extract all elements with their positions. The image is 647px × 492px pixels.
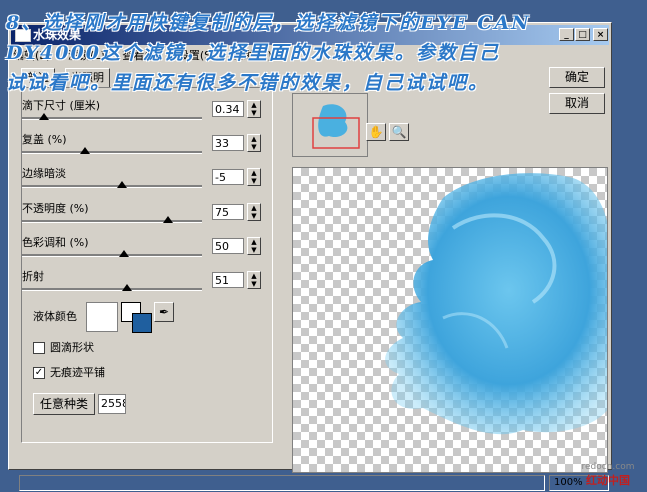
preview-thumbnail[interactable] <box>292 93 368 157</box>
param-label: 边缘暗淡 <box>22 167 66 180</box>
minimize-button[interactable]: _ <box>559 28 574 41</box>
param-spinner[interactable]: ▲ ▼ <box>247 100 261 118</box>
checkbox-seamless-tile[interactable]: ✓ 无痕迹平铺 <box>33 366 105 380</box>
param-slider-thumb[interactable] <box>119 250 129 257</box>
param-slider[interactable] <box>22 117 202 120</box>
window-icon <box>15 29 31 42</box>
thumbnail-blob <box>293 94 367 156</box>
seed-input[interactable]: 2558 <box>98 394 126 414</box>
param-value-input[interactable]: 50 <box>212 238 244 254</box>
param-value-input[interactable]: -5 <box>212 169 244 185</box>
menu-bar: 编辑(E) 滤镜(L) 查看(V) 设置(S) 帮助(H) <box>13 47 286 65</box>
param-slider[interactable] <box>22 185 202 188</box>
eyedropper-icon: ✒ <box>158 305 170 319</box>
param-value-input[interactable]: 75 <box>212 204 244 220</box>
param-slider[interactable] <box>22 254 202 257</box>
water-drop-preview <box>385 173 607 435</box>
param-opacity: 不透明度 (%) 75 ▲ ▼ <box>18 200 268 234</box>
zoom-tool-button[interactable]: 🔍 <box>389 123 409 141</box>
checkbox-label: 圆滴形状 <box>50 341 94 354</box>
param-spinner[interactable]: ▲ ▼ <box>247 271 261 289</box>
title-bar[interactable]: 水珠效果 _ □ × <box>11 25 609 45</box>
menu-help[interactable]: 帮助(H) <box>233 49 272 62</box>
param-edge-darkening: 边缘暗淡 -5 ▲ ▼ <box>18 165 268 199</box>
preview-canvas[interactable] <box>292 167 608 473</box>
param-spinner[interactable]: ▲ ▼ <box>247 203 261 221</box>
close-button[interactable]: × <box>593 28 608 41</box>
param-slider[interactable] <box>22 220 202 223</box>
tab-normal[interactable]: 普通 <box>21 68 55 87</box>
menu-filter[interactable]: 滤镜(L) <box>68 49 105 62</box>
maximize-button[interactable]: □ <box>575 28 590 41</box>
param-coverage: 复盖 (%) 33 ▲ ▼ <box>18 131 268 165</box>
param-value-input[interactable]: 51 <box>212 272 244 288</box>
param-slider[interactable] <box>22 288 202 291</box>
checkbox-box[interactable]: ✓ <box>33 367 45 379</box>
param-label: 复盖 (%) <box>22 133 67 146</box>
param-slider-thumb[interactable] <box>163 216 173 223</box>
param-slider-thumb[interactable] <box>39 113 49 120</box>
checkbox-label: 无痕迹平铺 <box>50 366 105 379</box>
param-spinner[interactable]: ▲ ▼ <box>247 237 261 255</box>
eyedropper-button[interactable]: ✒ <box>154 302 174 322</box>
tab-lighting[interactable]: 光照明 <box>65 68 110 87</box>
param-slider-thumb[interactable] <box>122 284 132 291</box>
liquid-color-label: 液体颜色 <box>33 310 77 323</box>
param-color-blend: 色彩调和 (%) 50 ▲ ▼ <box>18 234 268 268</box>
param-label: 不透明度 (%) <box>22 202 89 215</box>
param-slider-thumb[interactable] <box>117 181 127 188</box>
watermark-name: 红动中国 <box>586 474 630 487</box>
liquid-color-swatch[interactable] <box>86 302 118 332</box>
status-message <box>19 475 545 491</box>
magnifier-icon: 🔍 <box>391 125 407 139</box>
watermark: redocn.com 红动中国 <box>570 462 646 490</box>
param-label: 滴下尺寸 (厘米) <box>22 99 101 112</box>
menu-view[interactable]: 查看(V) <box>122 49 160 62</box>
menu-edit[interactable]: 编辑(E) <box>13 49 51 62</box>
random-seed-button[interactable]: 任意种类 <box>33 393 95 415</box>
param-refraction: 折射 51 ▲ ▼ <box>18 268 268 302</box>
cancel-button[interactable]: 取消 <box>549 93 605 114</box>
param-slider[interactable] <box>22 151 202 154</box>
param-drop-size: 滴下尺寸 (厘米) 0.34 ▲ ▼ <box>18 97 268 131</box>
param-label: 折射 <box>22 270 44 283</box>
param-value-input[interactable]: 33 <box>212 135 244 151</box>
param-spinner[interactable]: ▲ ▼ <box>247 168 261 186</box>
menu-settings[interactable]: 设置(S) <box>178 49 216 62</box>
hand-tool-button[interactable]: ✋ <box>366 123 386 141</box>
param-label: 色彩调和 (%) <box>22 236 89 249</box>
ok-button[interactable]: 确定 <box>549 67 605 88</box>
param-slider-thumb[interactable] <box>80 147 90 154</box>
param-value-input[interactable]: 0.34 <box>212 101 244 117</box>
status-bar: 100% <box>19 475 615 491</box>
watermark-site: redocn.com <box>581 462 635 472</box>
fg-bg-color-swatch[interactable] <box>121 302 152 333</box>
hand-icon: ✋ <box>368 125 384 139</box>
checkbox-box[interactable] <box>33 342 45 354</box>
window-title: 水珠效果 <box>33 28 82 42</box>
param-spinner[interactable]: ▲ ▼ <box>247 134 261 152</box>
checkbox-drop-shape[interactable]: 圆滴形状 <box>33 341 94 355</box>
